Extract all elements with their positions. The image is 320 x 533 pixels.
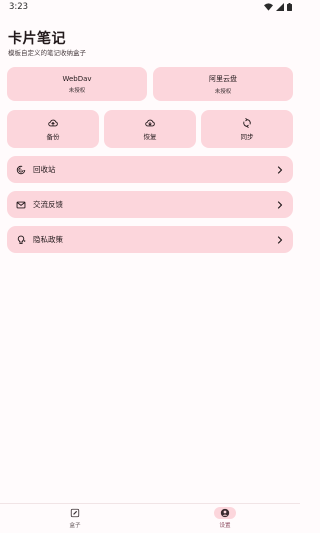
webdav-card[interactable]: WebDav 未授权: [7, 67, 147, 101]
restore-button[interactable]: 恢复: [104, 110, 196, 148]
menu-item-privacy-policy-label: 隐私政策: [33, 235, 63, 244]
nav-tab-box[interactable]: 盒子: [45, 507, 105, 529]
bottom-navigation: 盒子 设置: [0, 503, 300, 533]
webdav-card-status: 未授权: [68, 87, 86, 94]
signal-icon: [276, 3, 284, 11]
page-subtitle: 模板自定义的笔记收纳盒子: [8, 49, 86, 57]
account-icon: [220, 508, 230, 518]
page-title: 卡片笔记: [8, 31, 66, 47]
aliyun-drive-card[interactable]: 阿里云盘 未授权: [153, 67, 293, 101]
webdav-card-name: WebDav: [62, 74, 92, 83]
status-bar: 3:23: [0, 0, 300, 14]
battery-icon: [287, 3, 292, 11]
nav-tab-settings-label: 设置: [219, 523, 231, 529]
mail-icon: [16, 200, 26, 210]
restore-button-label: 恢复: [143, 132, 157, 141]
sync-button-label: 同步: [240, 132, 254, 141]
sync-icon: [243, 117, 251, 128]
menu-item-feedback-label: 交流反馈: [33, 200, 63, 209]
wifi-icon: [264, 3, 273, 11]
status-time: 3:23: [9, 2, 29, 12]
settings-screen: 3:23 卡片笔记 模板自定义的笔记收纳盒子 WebDav 未授权 阿里云盘 未…: [0, 0, 300, 533]
nav-tab-box-label: 盒子: [69, 523, 81, 529]
cloud-download-icon: [145, 119, 155, 126]
menu-item-feedback[interactable]: 交流反馈: [7, 191, 293, 218]
aliyun-drive-card-status: 未授权: [214, 88, 232, 95]
recycle-icon: [16, 165, 26, 175]
status-icons: [264, 3, 292, 11]
sync-button[interactable]: 同步: [201, 110, 293, 148]
backup-button[interactable]: 备份: [7, 110, 99, 148]
lightbulb-icon: [16, 235, 26, 245]
menu-item-privacy-policy[interactable]: 隐私政策: [7, 226, 293, 253]
menu-item-recycle-bin-label: 回收站: [33, 165, 56, 174]
nav-tab-settings-indicator: [214, 507, 236, 519]
chevron-right-icon: [277, 165, 283, 174]
cloud-upload-icon: [48, 119, 58, 126]
chevron-right-icon: [277, 200, 283, 209]
backup-button-label: 备份: [46, 132, 60, 141]
nav-tab-box-indicator: [64, 507, 86, 519]
chevron-right-icon: [277, 235, 283, 244]
menu-item-recycle-bin[interactable]: 回收站: [7, 156, 293, 183]
aliyun-drive-card-name: 阿里云盘: [209, 74, 237, 83]
nav-tab-settings[interactable]: 设置: [195, 507, 255, 529]
box-edit-icon: [70, 508, 80, 518]
